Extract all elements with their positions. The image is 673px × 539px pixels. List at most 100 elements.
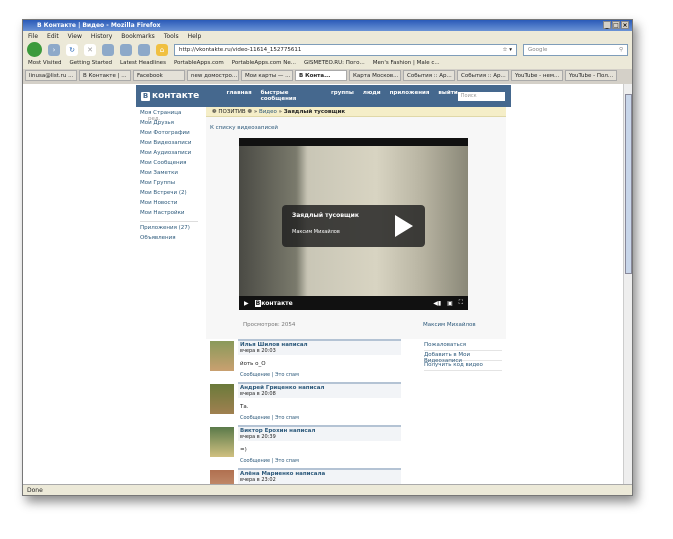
- home-icon[interactable]: ⌂: [156, 43, 168, 56]
- back-button[interactable]: [27, 42, 42, 57]
- player-controls: ▶ Вконтакте ◀▮ ▣ ⛶: [239, 296, 468, 310]
- sidebar-item[interactable]: Приложения (27): [140, 225, 198, 235]
- fullscreen-icon[interactable]: ⛶: [459, 299, 463, 307]
- menu-file[interactable]: File: [28, 33, 38, 40]
- comments-section: Пожаловаться Добавить в Мои Видеозаписи По…: [206, 339, 506, 485]
- minimize-button[interactable]: _: [603, 21, 611, 29]
- avatar[interactable]: [210, 341, 234, 371]
- title-bar: В Контакте | Видео - Mozilla Firefox _ □ ×: [23, 20, 632, 31]
- sidebar-item[interactable]: Мои Аудиозаписи: [140, 150, 198, 160]
- reload-icon[interactable]: ↻: [66, 43, 78, 56]
- sidebar-item[interactable]: Моя Страница: [140, 110, 181, 116]
- message-link[interactable]: Сообщение: [240, 415, 270, 421]
- hd-icon[interactable]: ▣: [447, 300, 453, 307]
- sidebar-item[interactable]: Мои Настройки: [140, 210, 198, 220]
- avatar[interactable]: [210, 470, 234, 485]
- sidebar-item[interactable]: Мои Новости: [140, 200, 198, 210]
- sidebar-item[interactable]: Мои Фотографии: [140, 130, 198, 140]
- vk-header: Вконтакте главная быстрые сообщения группы…: [136, 85, 511, 107]
- bookmark[interactable]: GISMETEO.RU: Пого...: [304, 60, 365, 67]
- spam-link[interactable]: Это спам: [275, 415, 299, 421]
- comment-time: вчера в 20:08: [240, 391, 276, 397]
- new-tab-icon[interactable]: [102, 43, 114, 56]
- maximize-button[interactable]: □: [612, 21, 620, 29]
- tab[interactable]: Мои карты — ...: [241, 70, 293, 81]
- star-icon[interactable]: ☆ ▾: [503, 47, 512, 53]
- status-bar: Done: [23, 484, 632, 495]
- tab[interactable]: linusa@list.ru ...: [25, 70, 77, 81]
- video-overlay: Заядлый тусовщик Максим Михайлов: [282, 205, 425, 247]
- nav-home[interactable]: главная: [226, 90, 251, 102]
- tab[interactable]: YouTube - Пол...: [565, 70, 617, 81]
- avatar[interactable]: [210, 384, 234, 414]
- print-icon[interactable]: [138, 43, 150, 56]
- search-icon[interactable]: ⚲: [619, 47, 623, 53]
- comment: Илья Шилов написал вчера в 20:03 йоть о_О…: [210, 339, 506, 382]
- nav-logout[interactable]: выйти: [438, 90, 457, 102]
- nav-groups[interactable]: группы: [331, 90, 354, 102]
- forward-button[interactable]: ›: [48, 43, 60, 56]
- nav-people[interactable]: люди: [363, 90, 381, 102]
- scrollbar-thumb[interactable]: [625, 94, 632, 274]
- spam-link[interactable]: Это спам: [275, 372, 299, 378]
- sidebar-item[interactable]: Мои Сообщения: [140, 160, 198, 170]
- menu-help[interactable]: Help: [188, 33, 202, 40]
- menu-bookmarks[interactable]: Bookmarks: [121, 33, 155, 40]
- bookmark[interactable]: Men's Fashion | Male c...: [373, 60, 440, 67]
- nav-messages[interactable]: быстрые сообщения: [261, 90, 322, 102]
- breadcrumb-group[interactable]: ❁ ПОЗИТИВ ❁: [212, 109, 252, 115]
- bookmark[interactable]: PortableApps.com: [174, 60, 224, 67]
- tab[interactable]: События :: Ар...: [403, 70, 455, 81]
- sidebar-item[interactable]: Мои Группы: [140, 180, 198, 190]
- sidebar-item[interactable]: Объявления: [140, 235, 198, 245]
- breadcrumb-section[interactable]: Видео: [259, 109, 277, 115]
- vertical-scrollbar[interactable]: [623, 84, 632, 485]
- sidebar-item[interactable]: Мои Встречи (2): [140, 190, 198, 200]
- close-button[interactable]: ×: [621, 21, 629, 29]
- tab[interactable]: YouTube - нем...: [511, 70, 563, 81]
- bookmark[interactable]: Getting Started: [69, 60, 112, 67]
- tab[interactable]: В Контакте | ...: [79, 70, 131, 81]
- uploader-link[interactable]: Максим Михайлов: [423, 322, 476, 328]
- video-player[interactable]: Заядлый тусовщик Максим Михайлов ▶ Вконт…: [239, 138, 468, 310]
- back-to-videos-link[interactable]: К списку видеозаписей: [206, 117, 506, 139]
- avatar[interactable]: [210, 427, 234, 457]
- play-icon[interactable]: [395, 215, 413, 237]
- tab[interactable]: Карта Москов...: [349, 70, 401, 81]
- spam-link[interactable]: Это спам: [275, 458, 299, 464]
- comment-time: вчера в 20:39: [240, 434, 276, 440]
- breadcrumb: ❁ ПОЗИТИВ ❁ » Видео » Заядлый тусовщик: [206, 107, 506, 117]
- bookmark[interactable]: Most Visited: [28, 60, 61, 67]
- comment-text: =): [240, 447, 247, 453]
- tab-active[interactable]: В Конта...: [295, 70, 347, 81]
- message-link[interactable]: Сообщение: [240, 372, 270, 378]
- browser-window: В Контакте | Видео - Mozilla Firefox _ □ ×…: [22, 19, 633, 496]
- comment: Андрей Гриценко написал вчера в 20:08 Та.…: [210, 382, 506, 425]
- menu-view[interactable]: View: [68, 33, 82, 40]
- play-button-icon[interactable]: ▶: [244, 300, 249, 307]
- message-link[interactable]: Сообщение: [240, 458, 270, 464]
- sidebar-item[interactable]: Мои Заметки: [140, 170, 198, 180]
- player-brand: Вконтакте: [254, 299, 293, 307]
- stop-icon[interactable]: ✕: [84, 43, 96, 56]
- menu-history[interactable]: History: [91, 33, 112, 40]
- add-icon[interactable]: [120, 43, 132, 56]
- nav-apps[interactable]: приложения: [390, 90, 430, 102]
- search-box[interactable]: Google ⚲: [523, 43, 628, 56]
- vk-logo[interactable]: Вконтакте: [136, 91, 226, 101]
- tab[interactable]: Facebook: [133, 70, 185, 81]
- menu-edit[interactable]: Edit: [47, 33, 59, 40]
- comment-text: Та.: [240, 404, 249, 410]
- menu-tools[interactable]: Tools: [164, 33, 179, 40]
- sidebar-item[interactable]: Мои Друзья: [140, 120, 198, 130]
- tab[interactable]: new домостро...: [187, 70, 239, 81]
- bookmark[interactable]: PortableApps.com Ne...: [232, 60, 296, 67]
- view-count: Просмотров: 2054: [243, 322, 296, 328]
- bookmark[interactable]: Latest Headlines: [120, 60, 166, 67]
- tab[interactable]: События :: Ар...: [457, 70, 509, 81]
- comment: Алёна Мариенко написала вчера в 23:02: [210, 468, 506, 485]
- volume-icon[interactable]: ◀▮: [433, 300, 441, 307]
- url-bar[interactable]: http://vkontakte.ru/video-11614_15277561…: [174, 43, 517, 56]
- vk-search-input[interactable]: Поиск: [457, 91, 506, 101]
- sidebar-item[interactable]: Мои Видеозаписи: [140, 140, 198, 150]
